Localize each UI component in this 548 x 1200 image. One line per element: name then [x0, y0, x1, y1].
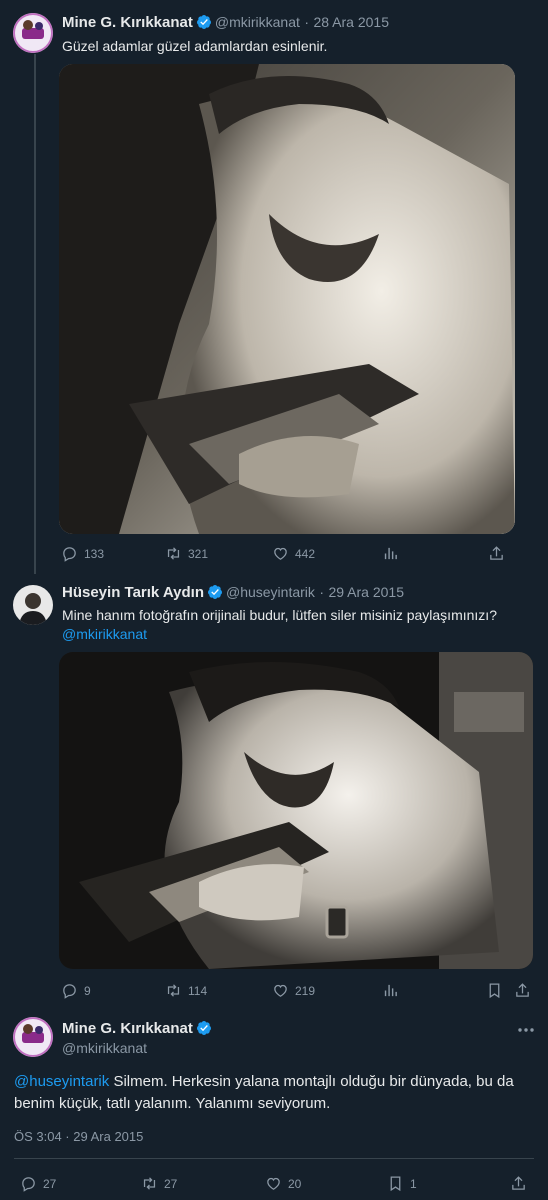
tweet2-like-count: 219 — [295, 983, 316, 998]
tweet1-date[interactable]: 28 Ara 2015 — [313, 14, 389, 30]
tweet1-handle[interactable]: @mkirikkanat — [215, 14, 300, 30]
tweet2-retweet-button[interactable]: 114 — [165, 982, 207, 999]
retweet-icon — [167, 547, 180, 560]
tweet3-like-button[interactable]: 20 — [265, 1175, 301, 1192]
tweet2-bookmark-button[interactable] — [486, 982, 509, 999]
views-icon — [384, 547, 397, 560]
retweet-icon — [167, 984, 180, 997]
views-icon — [384, 984, 397, 997]
tweet2-share-button[interactable] — [514, 982, 537, 999]
like-icon — [267, 1177, 280, 1190]
tweet3-bookmark-count: 1 — [410, 1176, 417, 1191]
verified-badge-icon — [196, 14, 212, 30]
tweet2-retweet-count: 114 — [188, 983, 208, 998]
tweet2-like-button[interactable]: 219 — [272, 982, 315, 999]
share-icon — [490, 546, 503, 560]
tweet1-reply-count: 133 — [84, 546, 105, 561]
tweet3-bookmark-button[interactable]: 1 — [387, 1175, 417, 1192]
tweet3-name-row: Mine G. Kırıkkanat — [62, 1020, 215, 1038]
tweet1-share-button[interactable] — [488, 545, 511, 562]
tweet1-date-separator: · — [304, 14, 310, 30]
tweet3-reply-count: 27 — [43, 1176, 57, 1191]
tweet1-views-button[interactable] — [382, 545, 405, 562]
tweet1-retweet-count: 321 — [188, 546, 209, 561]
reply-icon — [63, 547, 76, 562]
tweet3-handle[interactable]: @mkirikkanat — [62, 1040, 147, 1056]
tweet2-author-name[interactable]: Hüseyin Tarık Aydın — [62, 584, 204, 601]
share-icon — [512, 1176, 525, 1190]
tweet3-reply-button[interactable]: 27 — [20, 1175, 56, 1192]
tweet1-like-button[interactable]: 442 — [272, 545, 315, 562]
reply-icon — [22, 1177, 35, 1192]
bookmark-icon — [489, 983, 500, 999]
tweet2-photo[interactable] — [59, 652, 533, 969]
avatar-mine-reply[interactable] — [13, 1017, 53, 1057]
tweet2-reply-count: 9 — [84, 983, 91, 998]
like-icon — [274, 984, 287, 997]
tweet3-timestamp[interactable]: ÖS 3:04 · 29 Ara 2015 — [14, 1129, 143, 1144]
avatar-huseyin[interactable] — [13, 585, 53, 625]
tweet1-header: Mine G. Kırıkkanat @mkirikkanat · 28 Ara … — [62, 14, 389, 32]
tweet2-text: Mine hanım fotoğrafın orijinali budur, l… — [62, 607, 497, 623]
tweet1-retweet-button[interactable]: 321 — [165, 545, 208, 562]
share-icon — [516, 983, 529, 997]
retweet-icon — [143, 1177, 156, 1190]
thread-line — [34, 54, 36, 574]
tweet2-header: Hüseyin Tarık Aydın @huseyintarik · 29 Ar… — [62, 584, 404, 602]
tweet2-date[interactable]: 29 Ara 2015 — [328, 584, 404, 600]
tweet3-mention[interactable]: @huseyintarik — [14, 1073, 109, 1090]
tweet1-reply-button[interactable]: 133 — [61, 545, 104, 562]
tweet3-divider — [14, 1158, 534, 1159]
reply-icon — [63, 984, 76, 999]
verified-badge-icon — [207, 584, 223, 600]
tweet1-photo[interactable] — [59, 64, 515, 534]
tweet2-reply-button[interactable]: 9 — [61, 982, 91, 999]
tweet2-date-separator: · — [319, 584, 325, 600]
tweet1-author-name[interactable]: Mine G. Kırıkkanat — [62, 14, 193, 31]
tweet2-views-button[interactable] — [382, 982, 405, 999]
tweet2-handle[interactable]: @huseyintarik — [226, 584, 315, 600]
tweet3-share-button[interactable] — [510, 1175, 533, 1192]
tweet3-like-count: 20 — [288, 1176, 302, 1191]
more-icon[interactable] — [516, 1022, 536, 1038]
like-icon — [274, 547, 287, 560]
verified-badge-icon — [196, 1020, 212, 1036]
tweet3-author-name[interactable]: Mine G. Kırıkkanat — [62, 1020, 193, 1037]
tweet3-retweet-button[interactable]: 27 — [141, 1175, 177, 1192]
bookmark-icon — [390, 1176, 401, 1192]
tweet3-text: @huseyintarik Silmem. Herkesin yalana mo… — [14, 1071, 534, 1115]
tweet2-mention[interactable]: @mkirikkanat — [62, 625, 147, 644]
tweet1-like-count: 442 — [295, 546, 316, 561]
tweet1-text: Güzel adamlar güzel adamlardan esinlenir… — [62, 38, 328, 54]
avatar-mine[interactable] — [13, 13, 53, 53]
tweet3-retweet-count: 27 — [164, 1176, 178, 1191]
